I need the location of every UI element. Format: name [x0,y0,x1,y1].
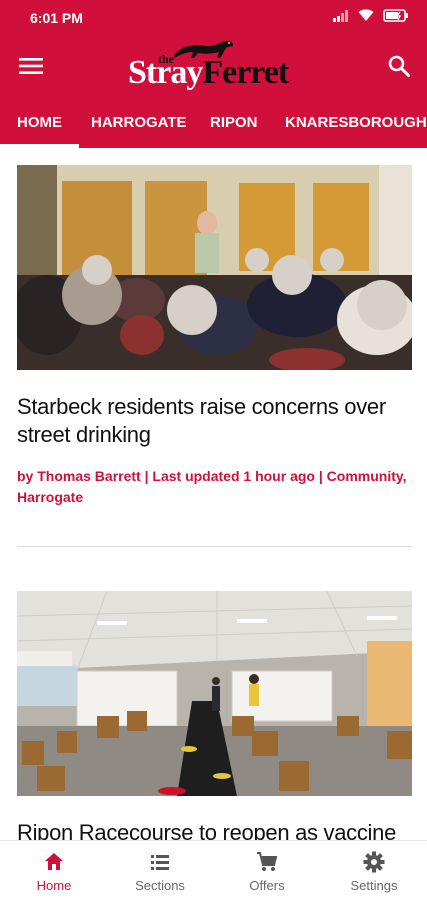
nav-label-home: Home [36,878,72,893]
article-card[interactable]: Ripon Racecourse to reopen as vaccine [17,591,412,851]
list-icon [151,855,169,870]
article-image-meeting[interactable] [17,165,412,370]
wifi-icon [358,9,374,21]
article-divider [17,546,412,547]
nav-offers[interactable]: Offers [222,841,312,900]
tab-knaresborough[interactable]: KNARESBOROUGH [285,114,427,131]
nav-settings[interactable]: Settings [329,841,419,900]
status-time: 6:01 PM [30,10,83,26]
tab-ripon[interactable]: RIPON [210,114,258,131]
logo-stray: Stray [128,54,203,91]
section-tabs: HOME HARROGATE RIPON KNARESBOROUGH [0,104,427,148]
hamburger-menu-icon[interactable] [18,56,44,76]
status-bar: 6:01 PM [0,0,427,36]
battery-icon [383,9,408,22]
logo-wordmark: StrayFerret [128,54,289,92]
article-card[interactable]: Starbeck residents raise concerns over s… [17,165,412,525]
article-headline[interactable]: Starbeck residents raise concerns over s… [17,393,412,449]
nav-label-settings: Settings [350,878,398,893]
app-header: 6:01 PM the StrayFerret HOME HARROGATE R… [0,0,427,148]
cart-icon [257,852,278,871]
nav-home[interactable]: Home [9,841,99,900]
article-image-vaccine-centre[interactable] [17,591,412,796]
tab-home[interactable]: HOME [17,114,62,131]
nav-label-offers: Offers [249,878,285,893]
search-icon[interactable] [387,54,411,78]
gear-icon [363,851,385,873]
nav-sections[interactable]: Sections [115,841,205,900]
home-icon [45,853,63,870]
nav-label-sections: Sections [135,878,185,893]
status-icons [333,9,409,22]
stray-ferret-logo: the StrayFerret [128,38,300,96]
signal-icon [333,9,348,22]
tab-harrogate[interactable]: HARROGATE [91,114,187,131]
article-meta[interactable]: by Thomas Barrett | Last updated 1 hour … [17,466,412,508]
bottom-navigation: Home Sections Offers Settings [0,840,427,900]
logo-ferret: Ferret [202,54,289,91]
active-tab-indicator [0,144,79,148]
